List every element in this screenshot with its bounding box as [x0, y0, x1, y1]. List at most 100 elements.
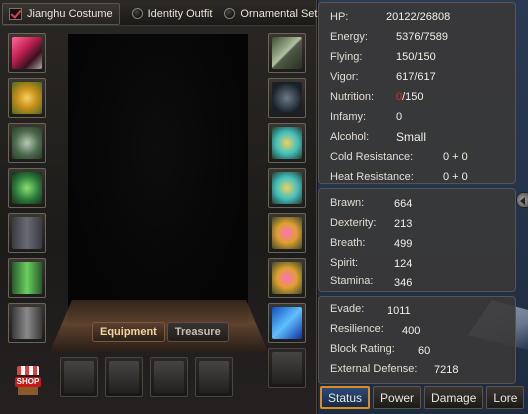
stat-label-nutrition: Nutrition:	[330, 91, 375, 103]
stat-value-infamy: 0	[396, 111, 403, 123]
stat-label-cold-resistance: Cold Resistance:	[330, 151, 414, 163]
stat-value-brawn: 664	[394, 198, 413, 210]
attribute-stats-box: Brawn: 664 Dexterity: 213 Breath: 499 Sp…	[318, 188, 516, 292]
stat-label-energy: Energy:	[330, 31, 368, 43]
equip-slot-weapon[interactable]	[268, 33, 306, 73]
boots-icon	[12, 307, 42, 339]
ring-icon	[272, 262, 302, 294]
stat-value-flying: 150/150	[396, 51, 436, 63]
shop-counter-icon	[18, 387, 38, 395]
equip-slot-bottom-1[interactable]	[60, 357, 98, 397]
tab-lore[interactable]: Lore	[486, 386, 525, 409]
tab-power[interactable]: Power	[373, 386, 422, 409]
armor-icon	[12, 127, 42, 159]
shop-label: SHOP	[15, 377, 41, 387]
stat-label-hp: HP:	[330, 11, 349, 23]
shop-button[interactable]: SHOP	[13, 366, 43, 396]
stat-label-dexterity: Dexterity:	[330, 217, 377, 229]
equip-slot-hidden-weapon[interactable]	[268, 78, 306, 118]
stat-value-alcohol: Small	[396, 130, 427, 144]
wing-charm-icon	[272, 127, 302, 159]
character-preview[interactable]	[68, 34, 248, 324]
stat-value-block-rating: 60	[418, 345, 431, 357]
stat-value-nutrition-max: /150	[402, 91, 424, 103]
stat-value-dexterity: 213	[394, 218, 413, 230]
equip-slot-ornament[interactable]	[8, 78, 46, 118]
stat-value-vigor: 617/617	[396, 71, 436, 83]
equip-slot-gloves[interactable]	[8, 168, 46, 208]
stat-label-infamy: Infamy:	[330, 111, 367, 123]
stat-label-heat-resistance: Heat Resistance:	[330, 171, 414, 183]
stat-value-external-defense: 7218	[434, 364, 459, 376]
stat-value-evade: 1011	[387, 305, 411, 317]
equip-slot-book[interactable]	[268, 303, 306, 343]
shop-awning-icon	[17, 366, 39, 375]
gloves-icon	[12, 172, 42, 204]
stat-label-external-defense: External Defense:	[330, 363, 418, 375]
empty-slot-icon	[272, 352, 302, 384]
defense-stats-box: Evade: 1011 Resilience: 400 Block Rating…	[318, 296, 516, 384]
weapon-rod-icon	[272, 37, 302, 69]
equipment-panel: Jianghu Costume Identity Outfit Ornament…	[0, 0, 317, 414]
gold-ornament-icon	[12, 82, 42, 114]
hat-icon	[12, 37, 42, 69]
figure-silhouette-icon	[199, 361, 229, 393]
equip-slot-hat[interactable]	[8, 33, 46, 73]
leggings-icon	[12, 262, 42, 294]
stat-label-flying: Flying:	[330, 51, 363, 63]
stat-label-block-rating: Block Rating:	[330, 343, 395, 355]
tab-identity-outfit[interactable]: Identity Outfit	[126, 3, 219, 25]
tab-ornamental-set-label: Ornamental Set	[240, 7, 318, 20]
stat-value-stamina: 346	[394, 277, 413, 289]
stat-label-brawn: Brawn:	[330, 197, 365, 209]
book-icon	[272, 307, 302, 339]
robe-silhouette-icon	[109, 361, 139, 393]
stats-panel: HP: 20122/26808 Energy: 5376/7589 Flying…	[318, 0, 528, 414]
stat-value-energy: 5376/7589	[396, 31, 448, 43]
stat-label-evade: Evade:	[330, 303, 365, 315]
stat-value-hp: 20122/26808	[386, 11, 451, 23]
stat-value-cold-resistance: 0 + 0	[443, 151, 468, 163]
general-stats-box: HP: 20122/26808 Energy: 5376/7589 Flying…	[318, 2, 516, 184]
radio-icon	[131, 8, 143, 19]
stat-label-breath: Breath:	[330, 237, 366, 249]
equip-slot-bottom-4[interactable]	[195, 357, 233, 397]
tab-treasure[interactable]: Treasure	[166, 322, 229, 342]
equip-slot-bottom-3[interactable]	[150, 357, 188, 397]
stats-tab-bar: Status Power Damage Lore	[320, 386, 525, 409]
equip-slot-leggings[interactable]	[8, 258, 46, 298]
pants-icon	[12, 217, 42, 249]
stat-label-alcohol: Alcohol:	[330, 131, 370, 143]
tab-jianghu-costume[interactable]: Jianghu Costume	[2, 2, 120, 25]
equipment-mode-tabs: Equipment Treasure	[92, 322, 229, 342]
dark-item-icon	[272, 82, 302, 114]
stat-value-resilience: 400	[402, 325, 421, 337]
equip-slot-ring-1[interactable]	[268, 213, 306, 253]
equip-slot-charm-2[interactable]	[268, 168, 306, 208]
outfit-tab-bar: Jianghu Costume Identity Outfit Ornament…	[2, 2, 317, 26]
radio-icon	[224, 8, 236, 19]
equip-slot-charm-1[interactable]	[268, 123, 306, 163]
stat-label-stamina: Stamina:	[330, 275, 374, 287]
equip-slot-armor[interactable]	[8, 123, 46, 163]
stat-label-vigor: Vigor:	[330, 71, 359, 83]
equip-slot-bottom-2[interactable]	[105, 357, 143, 397]
equip-slot-empty[interactable]	[268, 348, 306, 388]
tab-ornamental-set[interactable]: Ornamental Set	[218, 3, 323, 25]
collapse-arrow-icon[interactable]	[516, 192, 528, 208]
stat-value-nutrition: 0/150	[396, 91, 424, 103]
stat-label-resilience: Resilience:	[330, 323, 384, 335]
tab-damage[interactable]: Damage	[424, 386, 484, 409]
stat-value-breath: 499	[394, 238, 413, 250]
equip-slot-ring-2[interactable]	[268, 258, 306, 298]
ring-icon	[272, 217, 302, 249]
tab-jianghu-costume-label: Jianghu Costume	[27, 7, 113, 20]
wing-charm-icon	[272, 172, 302, 204]
tab-status[interactable]: Status	[320, 386, 371, 409]
equip-slot-pants[interactable]	[8, 213, 46, 253]
stat-value-spirit: 124	[394, 258, 413, 270]
leg-silhouette-icon	[154, 361, 184, 393]
equip-slot-boots[interactable]	[8, 303, 46, 343]
tab-equipment[interactable]: Equipment	[92, 322, 165, 342]
tab-identity-outfit-label: Identity Outfit	[147, 7, 213, 20]
